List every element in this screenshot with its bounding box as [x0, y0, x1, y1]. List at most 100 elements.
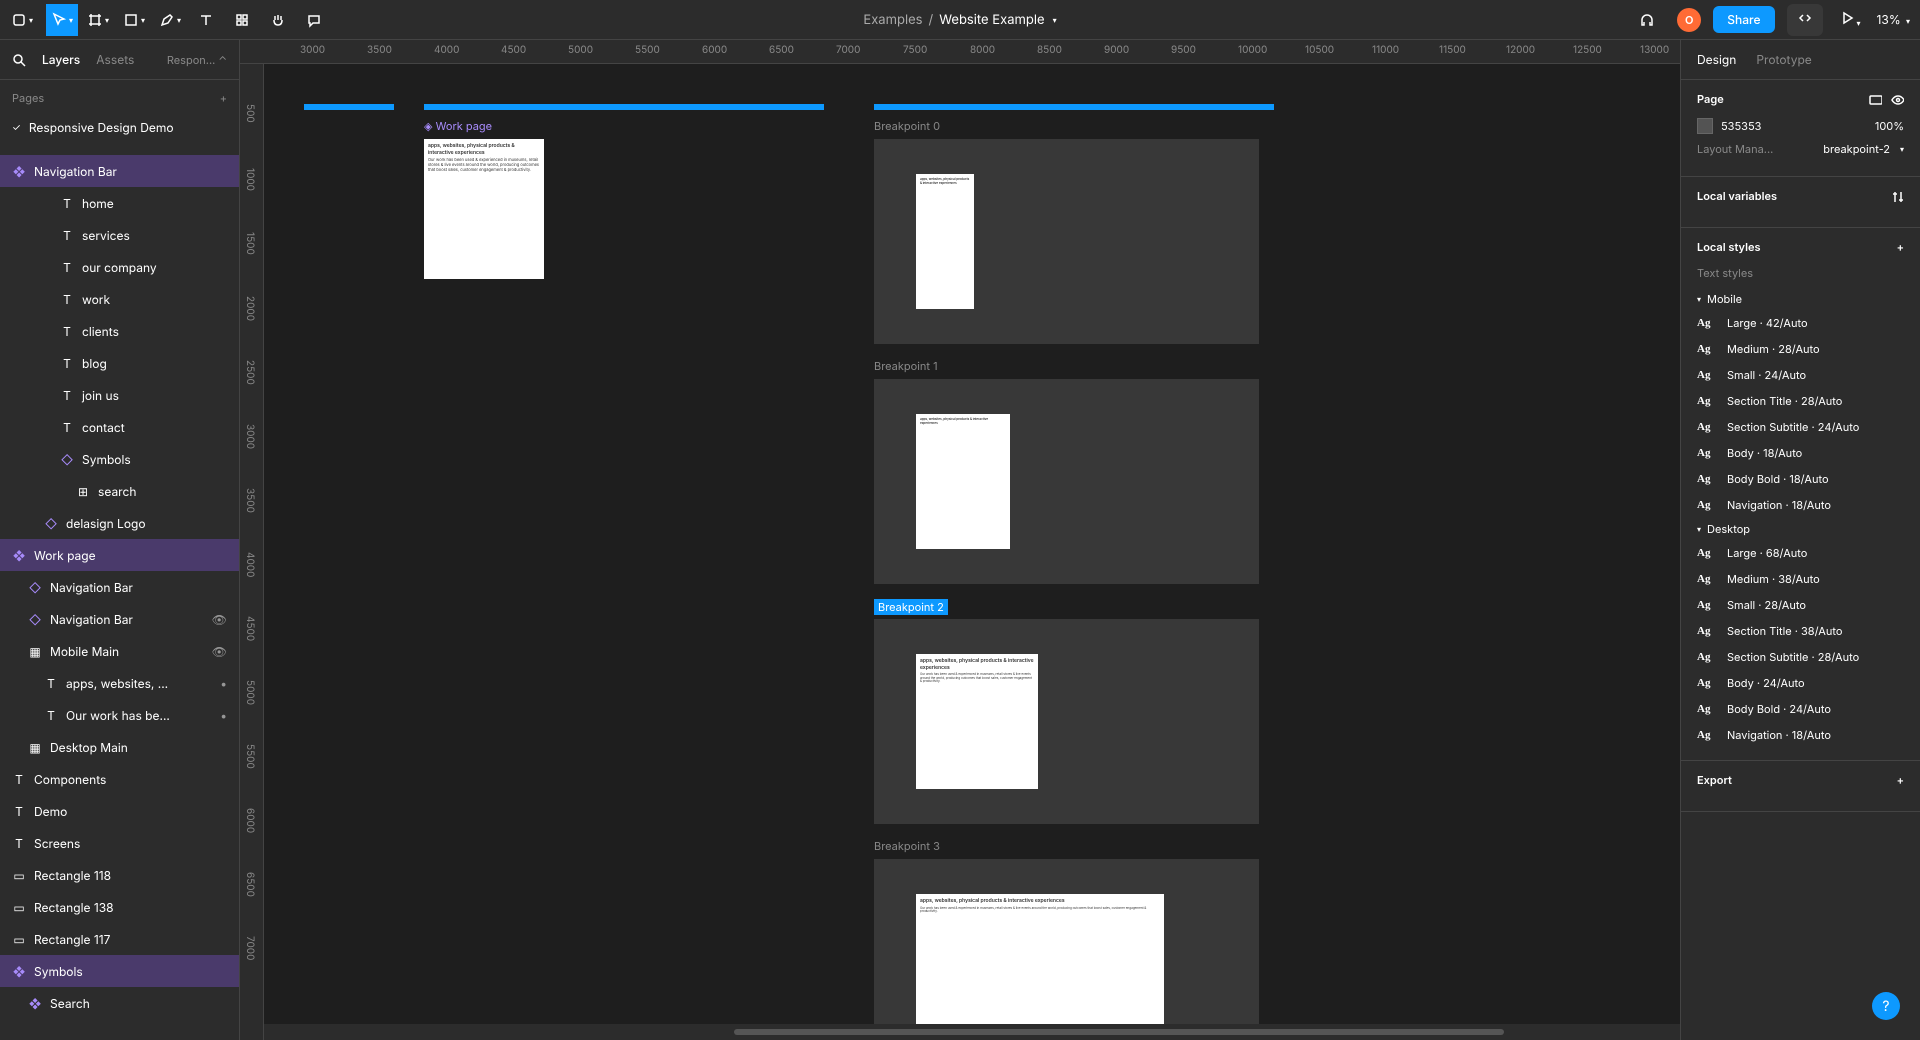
text-style-item[interactable]: AgBody · 24/Auto: [1697, 670, 1904, 696]
frame-container-breakpoint-0[interactable]: Breakpoint 0 apps, websites, physical pr…: [874, 139, 1259, 344]
layer-item[interactable]: ❖Work page: [0, 539, 239, 571]
lock-icon[interactable]: •: [220, 676, 227, 691]
layer-item[interactable]: ▭Rectangle 138: [0, 891, 239, 923]
layer-item[interactable]: Tcontact: [0, 411, 239, 443]
text-style-item[interactable]: AgLarge · 42/Auto: [1697, 310, 1904, 336]
scrollbar-thumb[interactable]: [734, 1029, 1504, 1035]
frame-breakpoint-3[interactable]: apps, websites, physical products & inte…: [916, 894, 1164, 1029]
layer-item[interactable]: ▭Rectangle 118: [0, 859, 239, 891]
layer-item[interactable]: Tour company: [0, 251, 239, 283]
main-menu-button[interactable]: ▾: [2, 4, 42, 36]
layer-item[interactable]: ▦Mobile Main👁: [0, 635, 239, 667]
text-style-item[interactable]: AgSmall · 24/Auto: [1697, 362, 1904, 388]
layer-item[interactable]: TScreens: [0, 827, 239, 859]
layout-manager-value[interactable]: breakpoint-2: [1823, 142, 1890, 156]
canvas[interactable]: 3000350040004500500055006000650070007500…: [240, 40, 1680, 1040]
search-icon[interactable]: [12, 53, 26, 67]
text-style-item[interactable]: AgSection Subtitle · 28/Auto: [1697, 644, 1904, 670]
text-style-item[interactable]: AgSection Subtitle · 24/Auto: [1697, 414, 1904, 440]
layer-item[interactable]: Twork: [0, 283, 239, 315]
layer-item[interactable]: TDemo: [0, 795, 239, 827]
pen-tool-button[interactable]: ▾: [154, 4, 186, 36]
canvas-viewport[interactable]: ◈ Work page apps, websites, physical pro…: [264, 64, 1680, 1024]
frame-label[interactable]: Breakpoint 3: [874, 839, 940, 853]
hand-tool-button[interactable]: [262, 4, 294, 36]
move-tool-button[interactable]: ▾: [46, 4, 78, 36]
tab-prototype[interactable]: Prototype: [1756, 52, 1811, 67]
layer-item[interactable]: Tblog: [0, 347, 239, 379]
settings-icon[interactable]: [1890, 189, 1904, 203]
frame-container-breakpoint-2[interactable]: Breakpoint 2 apps, websites, physical pr…: [874, 619, 1259, 824]
add-page-button[interactable]: +: [220, 91, 227, 105]
page-background-swatch[interactable]: [1697, 118, 1713, 134]
layer-item[interactable]: Tapps, websites, ...•: [0, 667, 239, 699]
text-tool-button[interactable]: [190, 4, 222, 36]
text-style-item[interactable]: AgSmall · 28/Auto: [1697, 592, 1904, 618]
text-style-item[interactable]: AgBody Bold · 24/Auto: [1697, 696, 1904, 722]
page-item[interactable]: ✓ Responsive Design Demo: [12, 116, 227, 139]
text-style-item[interactable]: AgMedium · 28/Auto: [1697, 336, 1904, 362]
page-dropdown[interactable]: Respon... ⌃: [167, 53, 227, 67]
frame-breakpoint-2[interactable]: apps, websites, physical products & inte…: [916, 654, 1038, 789]
zoom-level[interactable]: 13% ▾: [1877, 12, 1910, 27]
frame-label[interactable]: Breakpoint 0: [874, 119, 940, 133]
text-style-item[interactable]: AgBody · 18/Auto: [1697, 440, 1904, 466]
frame-breakpoint-1[interactable]: apps, websites, physical products & inte…: [916, 414, 1010, 549]
layer-item[interactable]: ◇Navigation Bar👁: [0, 603, 239, 635]
help-button[interactable]: ?: [1872, 992, 1900, 1020]
visibility-icon[interactable]: 👁: [212, 612, 227, 627]
layer-item[interactable]: TComponents: [0, 763, 239, 795]
frame-label[interactable]: Breakpoint 1: [874, 359, 938, 373]
frame-label[interactable]: ◈ Work page: [424, 119, 492, 133]
visibility-icon[interactable]: 👁: [212, 644, 227, 659]
frame-breakpoint-0[interactable]: apps, websites, physical products & inte…: [916, 174, 974, 309]
layer-item[interactable]: ⊞search: [0, 475, 239, 507]
horizontal-scrollbar[interactable]: [264, 1024, 1680, 1040]
add-export-button[interactable]: +: [1897, 773, 1904, 787]
prototype-settings-icon[interactable]: [1868, 92, 1882, 106]
layer-item[interactable]: ◇Navigation Bar: [0, 571, 239, 603]
frame-label[interactable]: Breakpoint 2: [874, 599, 948, 615]
lock-icon[interactable]: •: [220, 708, 227, 723]
eye-icon[interactable]: [1890, 92, 1904, 106]
style-group-header[interactable]: ▾Desktop: [1697, 518, 1904, 540]
layer-item[interactable]: Tservices: [0, 219, 239, 251]
text-style-item[interactable]: AgLarge · 68/Auto: [1697, 540, 1904, 566]
layer-item[interactable]: ▦Desktop Main: [0, 731, 239, 763]
resource-tool-button[interactable]: [226, 4, 258, 36]
dev-mode-button[interactable]: [1787, 4, 1823, 36]
layer-item[interactable]: TOur work has be...•: [0, 699, 239, 731]
frame-container-breakpoint-3[interactable]: Breakpoint 3 apps, websites, physical pr…: [874, 859, 1259, 1040]
layer-item[interactable]: ◇Symbols: [0, 443, 239, 475]
layer-item[interactable]: Tjoin us: [0, 379, 239, 411]
layer-item[interactable]: ❖Search: [0, 987, 239, 1019]
frame-tool-button[interactable]: ▾: [82, 4, 114, 36]
present-button[interactable]: ▾: [1835, 6, 1865, 34]
style-group-header[interactable]: ▾Mobile: [1697, 288, 1904, 310]
comment-tool-button[interactable]: [298, 4, 330, 36]
page-bg-opacity[interactable]: 100%: [1875, 119, 1904, 133]
text-style-item[interactable]: AgSection Title · 28/Auto: [1697, 388, 1904, 414]
text-style-item[interactable]: AgMedium · 38/Auto: [1697, 566, 1904, 592]
layer-item[interactable]: ❖Symbols: [0, 955, 239, 987]
layer-item[interactable]: ◇delasign Logo: [0, 507, 239, 539]
share-button[interactable]: Share: [1713, 6, 1774, 33]
user-avatar[interactable]: O: [1677, 8, 1701, 32]
tab-design[interactable]: Design: [1697, 52, 1736, 67]
audio-button[interactable]: [1631, 4, 1663, 36]
document-title[interactable]: Examples / Website Example ▾: [863, 12, 1056, 28]
layer-item[interactable]: ▭Rectangle 117: [0, 923, 239, 955]
text-style-item[interactable]: AgNavigation · 18/Auto: [1697, 492, 1904, 518]
layer-item[interactable]: ❖Navigation Bar: [0, 155, 239, 187]
tab-layers[interactable]: Layers: [42, 52, 80, 67]
tab-assets[interactable]: Assets: [96, 52, 134, 67]
frame-work-page[interactable]: ◈ Work page apps, websites, physical pro…: [424, 139, 544, 279]
page-bg-color[interactable]: 535353: [1721, 119, 1761, 133]
text-style-item[interactable]: AgSection Title · 38/Auto: [1697, 618, 1904, 644]
frame-container-breakpoint-1[interactable]: Breakpoint 1 apps, websites, physical pr…: [874, 379, 1259, 584]
layer-item[interactable]: Thome: [0, 187, 239, 219]
text-style-item[interactable]: AgBody Bold · 18/Auto: [1697, 466, 1904, 492]
layer-item[interactable]: Tclients: [0, 315, 239, 347]
shape-tool-button[interactable]: ▾: [118, 4, 150, 36]
text-style-item[interactable]: AgNavigation · 18/Auto: [1697, 722, 1904, 748]
